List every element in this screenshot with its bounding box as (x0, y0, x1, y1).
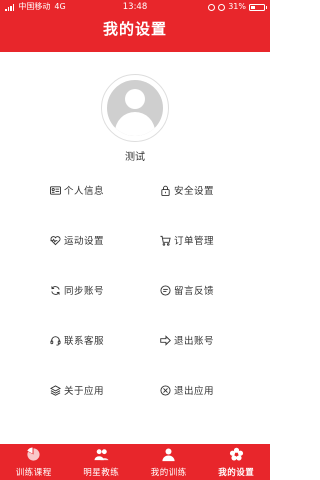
sync-icon (51, 285, 60, 295)
menu-label: 同步账号 (64, 286, 105, 297)
avatar[interactable] (101, 74, 169, 142)
battery-percent: 31% (228, 2, 246, 11)
close-circle-icon (160, 384, 171, 396)
headset-icon (50, 335, 61, 346)
menu-label: 联系客服 (64, 336, 105, 347)
tab-label: 我的设置 (218, 468, 255, 478)
tab-label: 我的训练 (150, 468, 187, 478)
heart-pulse-icon (50, 235, 61, 245)
menu-sync-account[interactable]: 同步账号 (50, 281, 104, 299)
menu-feedback[interactable]: 留言反馈 (160, 281, 214, 299)
user-icon (162, 448, 175, 462)
menu-logout[interactable]: 退出账号 (160, 331, 214, 349)
menu-contact-support[interactable]: 联系客服 (50, 331, 104, 349)
username: 测试 (125, 152, 145, 163)
tab-label: 明星教练 (83, 468, 120, 478)
menu-label: 留言反馈 (174, 286, 215, 297)
menu-label: 个人信息 (64, 186, 105, 197)
message-icon (160, 284, 171, 296)
menu-about-app[interactable]: 关于应用 (50, 381, 104, 399)
arrow-right-icon (160, 334, 171, 346)
menu-label: 退出应用 (174, 386, 215, 397)
layers-icon (50, 384, 61, 396)
avatar-placeholder-icon (107, 80, 163, 136)
menu-order-management[interactable]: 订单管理 (160, 231, 214, 249)
menu-exit-app[interactable]: 退出应用 (160, 381, 214, 399)
cart-icon (160, 235, 171, 246)
pie-icon (27, 447, 40, 461)
menu-sport-settings[interactable]: 运动设置 (50, 231, 104, 249)
battery-icon (249, 3, 267, 11)
menu-label: 安全设置 (174, 186, 215, 197)
users-icon (94, 449, 109, 461)
orientation-lock-icon (208, 3, 216, 11)
tab-my-training[interactable]: 我的训练 (135, 444, 203, 480)
menu-personal-info[interactable]: 个人信息 (50, 181, 104, 199)
header-bar: 中国移动 4G 13:48 31% 我的设置 (0, 0, 270, 52)
lock-icon (161, 185, 170, 196)
tab-label: 训练课程 (15, 468, 52, 478)
status-bar: 中国移动 4G 13:48 31% (0, 0, 270, 14)
menu-security-settings[interactable]: 安全设置 (160, 181, 214, 199)
tab-training-courses[interactable]: 训练课程 (0, 444, 68, 480)
flower-settings-icon (229, 447, 243, 461)
menu-label: 退出账号 (174, 336, 215, 347)
page-title: 我的设置 (102, 20, 167, 38)
menu-label: 订单管理 (174, 236, 215, 247)
menu-label: 运动设置 (64, 236, 105, 247)
id-card-icon (50, 185, 61, 195)
tab-my-settings[interactable]: 我的设置 (203, 444, 271, 480)
bottom-tab-bar: 训练课程 明星教练 我的训练 我的设置 (0, 444, 270, 480)
menu-label: 关于应用 (64, 386, 105, 397)
tab-star-coaches[interactable]: 明星教练 (68, 444, 136, 480)
alarm-icon (218, 3, 226, 11)
